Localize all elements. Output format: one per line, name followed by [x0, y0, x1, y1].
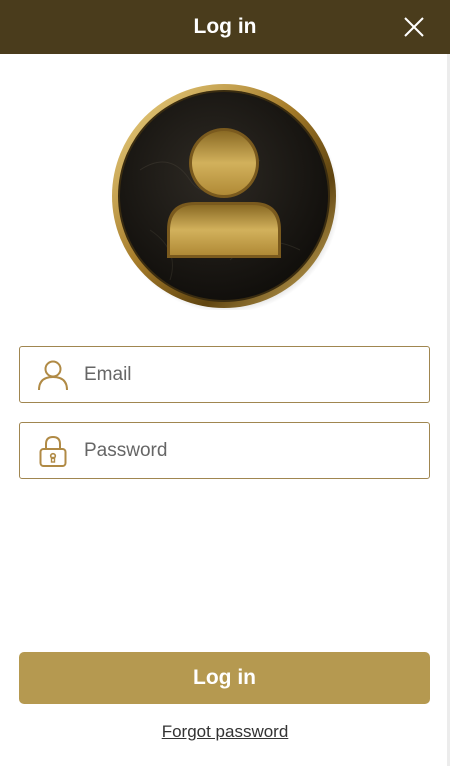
- lock-icon: [36, 434, 70, 468]
- password-field[interactable]: [19, 422, 430, 479]
- close-icon: [404, 17, 424, 37]
- user-icon: [36, 358, 70, 392]
- email-field[interactable]: [19, 346, 430, 403]
- email-input[interactable]: [84, 354, 404, 395]
- password-input[interactable]: [84, 430, 404, 471]
- header-bar: Log in: [0, 0, 450, 54]
- forgot-password-link[interactable]: Forgot password: [0, 722, 450, 742]
- avatar: [110, 80, 340, 313]
- user-avatar-icon: [112, 84, 340, 313]
- login-button[interactable]: Log in: [19, 652, 430, 704]
- close-button[interactable]: [402, 15, 426, 39]
- page-title: Log in: [193, 15, 257, 38]
